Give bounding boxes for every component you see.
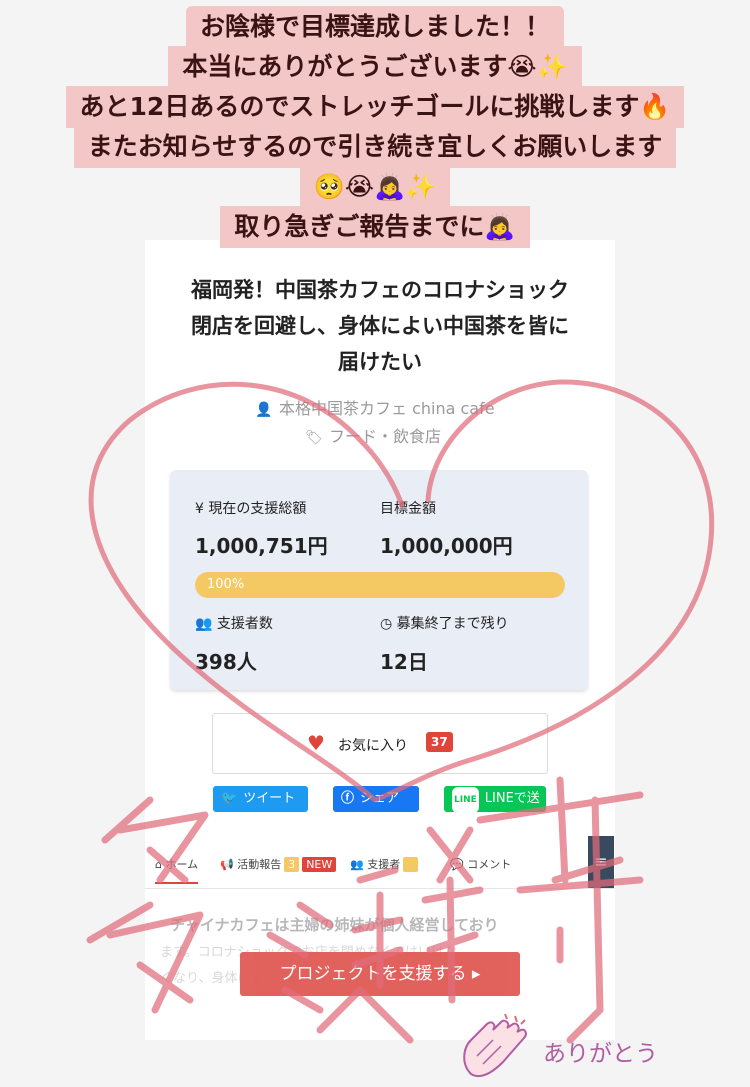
story-line-3: あと12日あるのでストレッチゴールに挑戦します🔥 <box>65 86 685 128</box>
facebook-label: シェア <box>360 791 400 806</box>
category-name: フード・飲食店 <box>329 427 442 446</box>
owner-row[interactable]: 👤 本格中国茶カフェ china cafe <box>255 395 495 419</box>
favorite-button[interactable]: ♥ お気に入り 37 <box>212 713 548 774</box>
project-description-heading: チャイナカフェは主婦の姉妹が個人経営しており <box>170 916 499 934</box>
goal-amount-value: 1,000,000円 <box>380 534 513 558</box>
facebook-icon: ⓕ <box>341 791 355 806</box>
arrow-right-icon: ▸ <box>471 964 481 984</box>
megaphone-icon: 📢 <box>220 858 234 871</box>
category-row[interactable]: 🏷 フード・飲食店 <box>305 423 441 447</box>
users-icon: 👥 <box>350 858 364 871</box>
hamburger-menu-button[interactable]: ≡ <box>588 836 614 888</box>
users-icon: 👥 <box>195 616 213 632</box>
goal-amount-label: 目標金額 <box>380 501 436 517</box>
heart-icon: ♥ <box>307 731 325 755</box>
twitter-icon: 🐦 <box>221 791 238 806</box>
sticker-text: ありがとう <box>543 1041 658 1067</box>
tag-icon: 🏷 <box>305 430 323 446</box>
story-line-1: お陰様で目標達成しました！！ <box>185 6 564 48</box>
funding-stats: ¥ 現在の支援総額 1,000,751円 目標金額 1,000,000円 100… <box>170 470 588 690</box>
new-badge: NEW <box>302 857 337 872</box>
remaining-label: ◷ 募集終了まで残り <box>380 613 509 633</box>
remaining-value: 12日 <box>380 650 428 674</box>
current-amount-value: 1,000,751円 <box>195 534 328 558</box>
tweet-label: ツイート <box>243 791 296 806</box>
user-icon: 👤 <box>255 402 273 418</box>
progress-fill <box>195 572 565 598</box>
tab-comments-label: コメント <box>467 858 512 871</box>
current-amount-label: ¥ 現在の支援総額 <box>195 501 307 517</box>
owner-name: 本格中国茶カフェ china cafe <box>279 399 495 418</box>
comment-icon: 💬 <box>450 858 464 871</box>
tab-reports-label: 活動報告 <box>237 858 282 871</box>
tab-reports[interactable]: 📢 活動報告 3 NEW <box>220 856 337 872</box>
backers-value: 398人 <box>195 650 257 674</box>
tab-backers[interactable]: 👥 支援者 <box>350 856 419 872</box>
thank-you-sticker: ありがとう <box>455 1010 670 1080</box>
support-project-button[interactable]: プロジェクトを支援する ▸ <box>240 952 520 996</box>
progress-bar: 100% <box>195 572 565 598</box>
tab-backers-label: 支援者 <box>367 858 401 871</box>
story-line-2: 本当にありがとうございます😭✨ <box>168 46 582 88</box>
tab-home[interactable]: ⌂ ホーム <box>155 856 199 884</box>
backers-label-text: 支援者数 <box>216 616 273 632</box>
project-title-line: 届けたい <box>338 350 422 374</box>
project-tabs: ⌂ ホーム 📢 活動報告 3 NEW 👥 支援者 💬 コメント <box>145 836 615 889</box>
backers-label: 👥 支援者数 <box>195 613 273 633</box>
favorite-count: 37 <box>426 732 453 752</box>
progress-text: 100% <box>207 577 245 592</box>
home-icon: ⌂ <box>155 858 162 871</box>
line-share-button[interactable]: LINE LINEで送る <box>444 786 546 833</box>
story-line-6: 取り急ぎご報告までに🙇‍♀️ <box>220 206 530 248</box>
reports-count-badge: 3 <box>284 857 300 872</box>
tab-comments[interactable]: 💬 コメント <box>450 856 511 872</box>
menu-icon: ≡ <box>594 852 608 871</box>
clock-icon: ◷ <box>380 616 393 632</box>
project-title-line: 閉店を回避し、身体によい中国茶を皆に <box>191 314 569 338</box>
story-caption: お陰様で目標達成しました！！ 本当にありがとうございます😭✨ あと12日あるので… <box>0 0 750 248</box>
remaining-label-text: 募集終了まで残り <box>396 616 509 632</box>
project-title-line: 福岡発！中国茶カフェのコロナショック <box>191 278 569 302</box>
backers-count-badge <box>403 857 419 872</box>
tab-home-label: ホーム <box>165 858 199 871</box>
clapping-hands-icon <box>463 1014 527 1078</box>
story-line-4: またお知らせするので引き続き宜しくお願いします <box>73 126 677 168</box>
support-button-label: プロジェクトを支援する <box>279 964 467 984</box>
project-title: 福岡発！中国茶カフェのコロナショック 閉店を回避し、身体によい中国茶を皆に 届け… <box>165 272 595 380</box>
favorite-label: お気に入り <box>338 738 408 754</box>
story-line-5: 🥺😭🙇‍♀️✨ <box>299 166 451 208</box>
line-icon: LINE <box>452 787 479 813</box>
facebook-share-button[interactable]: ⓕ シェア <box>333 786 419 812</box>
tweet-button[interactable]: 🐦 ツイート <box>213 786 308 812</box>
